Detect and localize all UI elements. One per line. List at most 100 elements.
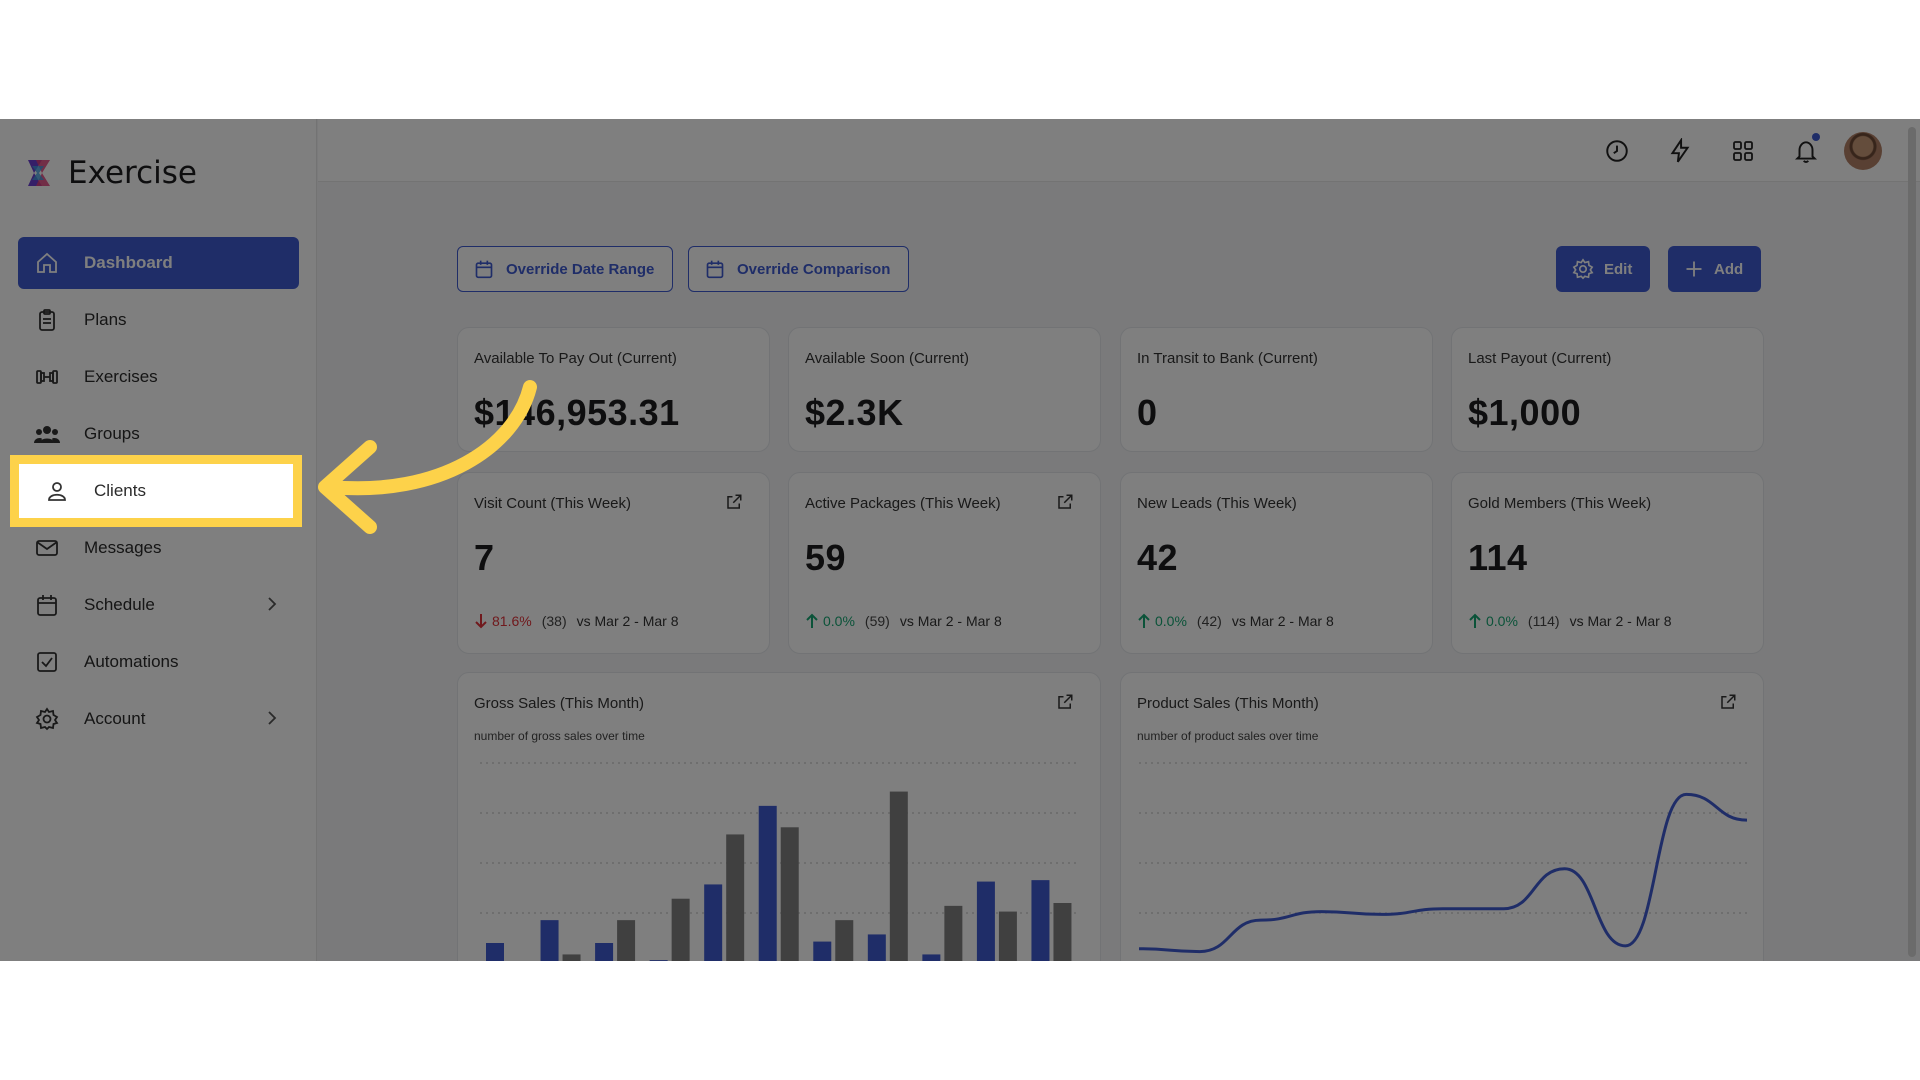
- delta-percent: 81.6%: [492, 613, 532, 629]
- arrow-up-icon: [806, 613, 818, 628]
- bell-icon[interactable]: [1786, 131, 1826, 171]
- delta-compare: vs Mar 2 - Mar 8: [576, 613, 679, 629]
- stat-title: Available Soon (Current): [805, 350, 969, 367]
- chevron-right-icon: [267, 710, 277, 731]
- chevron-right-icon: [267, 596, 277, 617]
- sidebar-item-label: Messages: [84, 538, 162, 557]
- bar: [617, 920, 636, 961]
- calendar-icon: [475, 260, 493, 279]
- sidebar-item-schedule[interactable]: Schedule: [18, 579, 299, 631]
- calendar-icon: [706, 260, 724, 279]
- stat-title: New Leads (This Week): [1137, 495, 1297, 512]
- delta-count: (59): [864, 613, 890, 629]
- sidebar-item-groups[interactable]: Groups: [18, 408, 299, 460]
- scrollbar[interactable]: [1908, 127, 1916, 957]
- override-comparison-button[interactable]: Override Comparison: [688, 246, 910, 292]
- stat-card: Gold Members (This Week) 114 0.0% (114) …: [1451, 472, 1764, 654]
- bar: [998, 911, 1017, 961]
- arrow-down-icon: [475, 614, 487, 629]
- lightning-icon[interactable]: [1660, 131, 1700, 171]
- stat-title: In Transit to Bank (Current): [1137, 350, 1318, 367]
- gear-icon: [1572, 258, 1594, 280]
- bar: [1053, 903, 1072, 961]
- stat-card: New Leads (This Week) 42 0.0% (42) vs Ma…: [1120, 472, 1433, 654]
- sidebar-item-clients-highlighted[interactable]: Clients: [10, 455, 302, 527]
- delta-compare: vs Mar 2 - Mar 8: [1231, 613, 1334, 629]
- bar: [671, 898, 690, 961]
- person-icon: [44, 478, 70, 504]
- plus-icon: [1686, 261, 1702, 277]
- stat-value: 114: [1468, 537, 1528, 578]
- stat-delta: 0.0% (42) vs Mar 2 - Mar 8: [1137, 613, 1334, 629]
- notification-dot: [1812, 133, 1820, 141]
- delta-count: (114): [1527, 613, 1560, 629]
- gross-sales-chart: [480, 762, 1080, 961]
- product-sales-card: Product Sales (This Month) number of pro…: [1120, 672, 1764, 961]
- logo[interactable]: Exercise: [22, 155, 197, 191]
- stat-card: In Transit to Bank (Current) 0: [1120, 327, 1433, 452]
- pointer-arrow-icon: [318, 380, 537, 534]
- gear-icon: [34, 706, 60, 732]
- override-date-range-label: Override Date Range: [506, 260, 655, 278]
- sidebar: Exercise Dashboard Plans Exercises Group…: [0, 119, 317, 961]
- grid-icon[interactable]: [1723, 131, 1763, 171]
- sidebar-item-plans[interactable]: Plans: [18, 294, 299, 346]
- home-icon: [34, 250, 60, 276]
- gross-sales-card: Gross Sales (This Month) number of gross…: [457, 672, 1101, 961]
- external-link-icon[interactable]: [725, 493, 743, 516]
- sidebar-item-label: Account: [84, 709, 146, 728]
- top-bar: [318, 119, 1920, 182]
- sidebar-item-messages[interactable]: Messages: [18, 522, 299, 574]
- app-name: Exercise: [68, 155, 197, 191]
- sidebar-item-exercises[interactable]: Exercises: [18, 351, 299, 403]
- stat-title: Available To Pay Out (Current): [474, 350, 677, 367]
- stat-value: 42: [1137, 537, 1179, 578]
- sidebar-item-label: Clients: [94, 481, 146, 500]
- clock-icon[interactable]: [1597, 131, 1637, 171]
- stat-value: 0: [1137, 392, 1158, 433]
- arrow-up-icon: [1469, 613, 1481, 628]
- mail-icon: [34, 535, 60, 561]
- stat-value: 59: [805, 537, 847, 578]
- delta-count: (38): [541, 613, 567, 629]
- sidebar-item-automations[interactable]: Automations: [18, 636, 299, 688]
- add-button[interactable]: Add: [1668, 246, 1762, 292]
- checkbox-icon: [34, 649, 60, 675]
- arrow-up-icon: [1138, 613, 1150, 628]
- override-date-range-button[interactable]: Override Date Range: [457, 246, 674, 292]
- calendar-icon: [34, 592, 60, 618]
- delta-count: (42): [1196, 613, 1222, 629]
- bar: [562, 954, 581, 961]
- stat-title: Active Packages (This Week): [805, 495, 1001, 512]
- stat-value: $1,000: [1468, 392, 1582, 433]
- bar: [813, 941, 832, 961]
- sidebar-item-account[interactable]: Account: [18, 693, 299, 745]
- bar: [944, 905, 963, 961]
- group-icon: [34, 421, 60, 447]
- stat-card: Available Soon (Current) $2.3K: [788, 327, 1101, 452]
- sidebar-item-label: Dashboard: [84, 253, 173, 272]
- delta-percent: 0.0%: [823, 613, 855, 629]
- logo-mark-icon: [22, 156, 56, 190]
- bar: [835, 920, 854, 961]
- top-bar-icons: [1574, 131, 1882, 171]
- override-comparison-label: Override Comparison: [737, 260, 891, 278]
- sidebar-item-dashboard[interactable]: Dashboard: [18, 237, 299, 289]
- stat-value: $2.3K: [805, 392, 904, 433]
- edit-button[interactable]: Edit: [1556, 246, 1651, 292]
- delta-percent: 0.0%: [1155, 613, 1187, 629]
- avatar[interactable]: [1844, 132, 1882, 170]
- delta-percent: 0.0%: [1486, 613, 1518, 629]
- bar: [780, 827, 799, 961]
- bar: [922, 954, 941, 961]
- bar: [867, 934, 886, 961]
- stat-card: Active Packages (This Week) 59 0.0% (59)…: [788, 472, 1101, 654]
- product-sales-chart: [1138, 762, 1748, 954]
- sidebar-item-label: Exercises: [84, 367, 158, 386]
- bar: [595, 943, 614, 961]
- stat-title: Gold Members (This Week): [1468, 495, 1652, 512]
- external-link-icon[interactable]: [1056, 493, 1074, 516]
- dumbbell-icon: [34, 364, 60, 390]
- bar: [1031, 880, 1050, 961]
- delta-compare: vs Mar 2 - Mar 8: [899, 613, 1002, 629]
